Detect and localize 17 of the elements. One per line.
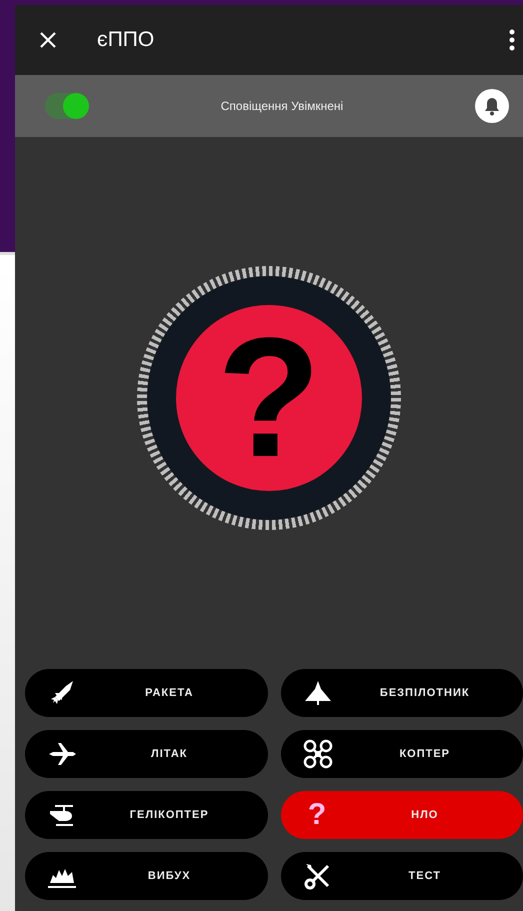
alert-type-button[interactable]: ЛІТАК [25,730,268,778]
notification-status-text: Сповіщення Увімкнені [220,98,344,115]
bell-icon[interactable] [475,89,509,123]
question-icon: ? [302,800,332,830]
alert-type-button[interactable]: ? НЛО [280,791,523,839]
quadcopter-icon [302,739,332,769]
alert-type-button[interactable]: ГЕЛІКОПТЕР [25,791,268,839]
notification-toggle[interactable] [45,93,89,119]
alert-type-button[interactable]: РАКЕТА [25,669,268,717]
question-mark: ? [217,313,321,483]
alert-type-button[interactable]: ТЕСТ [280,852,523,900]
alert-type-button[interactable]: БЕЗПІЛОТНИК [280,669,523,717]
close-icon[interactable] [39,31,57,49]
app-title: єППО [97,27,156,54]
menu-icon[interactable] [509,29,515,51]
alert-type-button[interactable]: ВИБУХ [25,852,268,900]
alert-type-button[interactable]: КОПТЕР [280,730,523,778]
